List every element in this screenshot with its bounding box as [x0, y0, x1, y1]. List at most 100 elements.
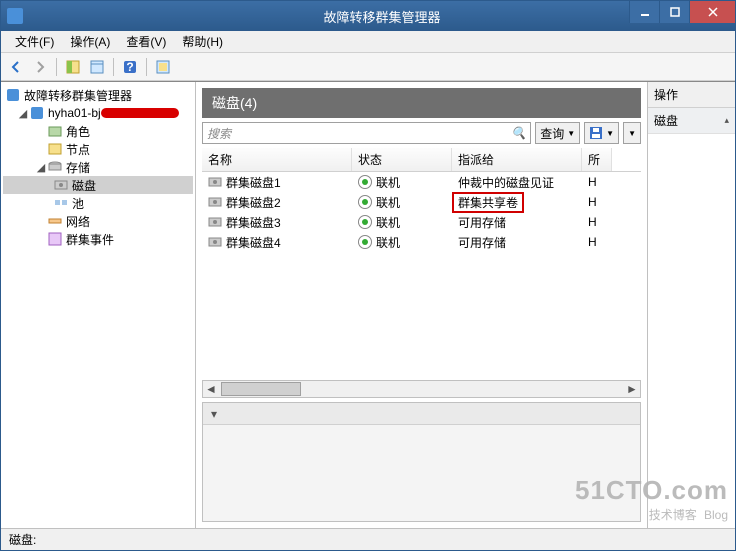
- tree-events-label: 群集事件: [66, 231, 114, 248]
- statusbar-label: 磁盘:: [9, 531, 36, 548]
- properties-button[interactable]: [86, 56, 108, 78]
- tree-disks-label: 磁盘: [72, 177, 96, 194]
- network-icon: [47, 213, 63, 229]
- more-button[interactable]: ▼: [623, 122, 641, 144]
- row-assigned: 可用存储: [458, 234, 506, 251]
- statusbar: 磁盘:: [1, 528, 735, 550]
- titlebar: 故障转移群集管理器: [1, 1, 735, 31]
- scroll-thumb[interactable]: [221, 382, 301, 396]
- help-button[interactable]: ?: [119, 56, 141, 78]
- table-row[interactable]: 群集磁盘4联机可用存储H: [202, 232, 641, 252]
- chevron-up-icon: ▴: [724, 115, 729, 126]
- roles-icon: [47, 123, 63, 139]
- actions-header: 操作: [648, 82, 735, 108]
- main-area: 故障转移群集管理器 ◢ hyha01-bj 角色 节点 ◢ 存储: [1, 81, 735, 528]
- tree-cluster[interactable]: ◢ hyha01-bj: [3, 104, 193, 122]
- status-online-icon: [358, 235, 372, 249]
- row-assigned: 群集共享卷: [452, 192, 524, 213]
- search-input[interactable]: 搜索 🔍: [202, 122, 531, 144]
- menu-view[interactable]: 查看(V): [118, 31, 174, 52]
- pool-icon: [53, 195, 69, 211]
- col-status[interactable]: 状态: [352, 148, 452, 171]
- scroll-right-icon[interactable]: ►: [624, 382, 640, 396]
- search-placeholder: 搜索: [207, 125, 231, 142]
- detail-pane: ▾: [202, 402, 641, 522]
- app-icon: [7, 8, 23, 24]
- row-owner: H: [588, 175, 597, 189]
- storage-icon: [47, 159, 63, 175]
- search-row: 搜索 🔍 查询 ▼ ▼ ▼: [202, 122, 641, 144]
- collapse-icon[interactable]: ◢: [17, 107, 29, 120]
- chevron-down-icon: ▾: [211, 407, 217, 421]
- tree-nodes[interactable]: 节点: [3, 140, 193, 158]
- content-header: 磁盘(4): [202, 88, 641, 118]
- show-hide-tree-button[interactable]: [62, 56, 84, 78]
- disk-icon: [53, 177, 69, 193]
- close-button[interactable]: [689, 1, 735, 23]
- table-row[interactable]: 群集磁盘2联机群集共享卷H: [202, 192, 641, 212]
- table-row[interactable]: 群集磁盘1联机仲裁中的磁盘见证H: [202, 172, 641, 192]
- status-online-icon: [358, 195, 372, 209]
- tree-cluster-label: hyha01-bj: [48, 106, 101, 120]
- detail-toggle[interactable]: ▾: [203, 403, 640, 425]
- tree-pane: 故障转移群集管理器 ◢ hyha01-bj 角色 节点 ◢ 存储: [1, 82, 196, 528]
- query-label: 查询: [540, 125, 564, 142]
- tree-storage[interactable]: ◢ 存储: [3, 158, 193, 176]
- row-status: 联机: [376, 194, 400, 211]
- status-online-icon: [358, 175, 372, 189]
- search-icon[interactable]: 🔍: [511, 126, 526, 140]
- minimize-button[interactable]: [629, 1, 659, 23]
- col-name[interactable]: 名称: [202, 148, 352, 171]
- row-status: 联机: [376, 174, 400, 191]
- tree-storage-label: 存储: [66, 159, 90, 176]
- grid-header: 名称 状态 指派给 所: [202, 148, 641, 172]
- tree-pools-label: 池: [72, 195, 84, 212]
- status-online-icon: [358, 215, 372, 229]
- tree-events[interactable]: 群集事件: [3, 230, 193, 248]
- window-controls: [629, 1, 735, 23]
- col-owner[interactable]: 所: [582, 148, 612, 171]
- menu-action[interactable]: 操作(A): [62, 31, 118, 52]
- row-owner: H: [588, 215, 597, 229]
- row-owner: H: [588, 235, 597, 249]
- tree-root[interactable]: 故障转移群集管理器: [3, 86, 193, 104]
- toolbar-separator: [146, 58, 147, 76]
- tree-networks[interactable]: 网络: [3, 212, 193, 230]
- actions-section-label: 磁盘: [654, 112, 678, 129]
- row-name: 群集磁盘2: [226, 194, 281, 211]
- tree-roles[interactable]: 角色: [3, 122, 193, 140]
- row-status: 联机: [376, 214, 400, 231]
- maximize-button[interactable]: [659, 1, 689, 23]
- row-status: 联机: [376, 234, 400, 251]
- table-row[interactable]: 群集磁盘3 联机 可用存储 H: [202, 212, 641, 232]
- save-icon: [589, 126, 603, 140]
- tree-disks[interactable]: 磁盘: [3, 176, 193, 194]
- toolbar-separator: [113, 58, 114, 76]
- disk-icon: [208, 235, 222, 249]
- menu-help[interactable]: 帮助(H): [174, 31, 231, 52]
- scroll-left-icon[interactable]: ◄: [203, 382, 219, 396]
- nav-forward-button[interactable]: [29, 56, 51, 78]
- nav-back-button[interactable]: [5, 56, 27, 78]
- content-pane: 磁盘(4) 搜索 🔍 查询 ▼ ▼ ▼ 名称: [196, 82, 647, 528]
- actions-section-disks[interactable]: 磁盘 ▴: [648, 108, 735, 134]
- disk-icon: [208, 215, 222, 229]
- row-assigned: 可用存储: [458, 214, 506, 231]
- tree-nodes-label: 节点: [66, 141, 90, 158]
- row-name: 群集磁盘3: [226, 214, 281, 231]
- grid-body: 群集磁盘1联机仲裁中的磁盘见证H群集磁盘2联机群集共享卷H群集磁盘3联机可用存储…: [202, 172, 641, 252]
- save-button[interactable]: ▼: [584, 122, 619, 144]
- refresh-button[interactable]: [152, 56, 174, 78]
- collapse-icon[interactable]: ◢: [35, 161, 47, 174]
- cluster-manager-icon: [5, 87, 21, 103]
- tree-root-label: 故障转移群集管理器: [24, 87, 132, 104]
- chevron-down-icon: ▼: [628, 129, 636, 138]
- disk-icon: [208, 195, 222, 209]
- cluster-icon: [29, 105, 45, 121]
- query-button[interactable]: 查询 ▼: [535, 122, 580, 144]
- menu-file[interactable]: 文件(F): [7, 31, 62, 52]
- col-assigned[interactable]: 指派给: [452, 148, 582, 171]
- disk-icon: [208, 175, 222, 189]
- horizontal-scrollbar[interactable]: ◄ ►: [202, 380, 641, 398]
- tree-pools[interactable]: 池: [3, 194, 193, 212]
